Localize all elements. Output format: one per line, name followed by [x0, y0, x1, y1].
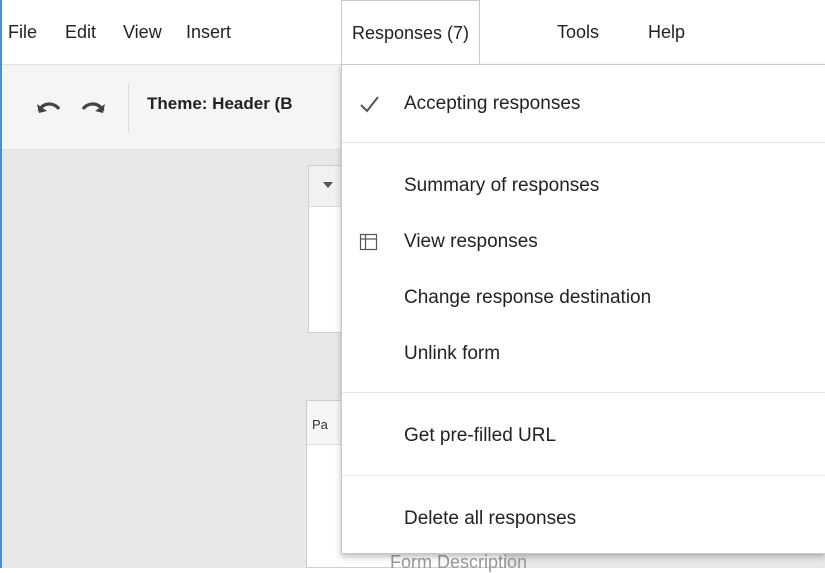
redo-icon[interactable] — [80, 99, 106, 117]
check-icon — [358, 79, 380, 129]
menu-item-label: Get pre-filled URL — [404, 425, 557, 446]
menu-divider — [342, 475, 825, 476]
menu-item-summary[interactable]: Summary of responses — [342, 161, 825, 211]
caret-down-icon[interactable] — [323, 182, 333, 188]
menu-item-view-responses[interactable]: View responses — [342, 217, 825, 267]
menu-item-unlink-form[interactable]: Unlink form — [342, 329, 825, 379]
menu-divider — [342, 392, 825, 393]
menu-help[interactable]: Help — [648, 0, 685, 64]
menu-item-label: View responses — [404, 231, 538, 252]
menu-edit[interactable]: Edit — [65, 0, 96, 64]
menu-file[interactable]: File — [8, 0, 37, 64]
menu-view[interactable]: View — [123, 0, 162, 64]
menu-item-label: Summary of responses — [404, 175, 600, 196]
menu-item-change-destination[interactable]: Change response destination — [342, 273, 825, 323]
menu-insert[interactable]: Insert — [186, 0, 231, 64]
undo-icon[interactable] — [36, 99, 62, 117]
menu-item-label: Change response destination — [404, 287, 652, 308]
menu-item-accepting-responses[interactable]: Accepting responses — [342, 79, 825, 129]
menu-item-label: Accepting responses — [404, 93, 581, 114]
menu-responses[interactable]: Responses (7) — [341, 0, 481, 64]
menu-item-label: Unlink form — [404, 343, 501, 364]
menu-item-label: Delete all responses — [404, 508, 577, 529]
theme-button[interactable]: Theme: Header (B — [147, 94, 292, 114]
menu-bar: File Edit View Insert Responses (7) Tool… — [2, 0, 825, 65]
menu-tools[interactable]: Tools — [557, 0, 599, 64]
menu-divider — [342, 142, 825, 143]
form-description-placeholder[interactable]: Form Description — [390, 552, 527, 573]
table-icon — [358, 217, 380, 267]
menu-item-delete-all-responses[interactable]: Delete all responses — [342, 494, 825, 544]
responses-dropdown-menu: Accepting responses Summary of responses… — [341, 64, 825, 554]
menu-item-prefilled-url[interactable]: Get pre-filled URL — [342, 411, 825, 461]
toolbar-separator — [128, 83, 129, 133]
